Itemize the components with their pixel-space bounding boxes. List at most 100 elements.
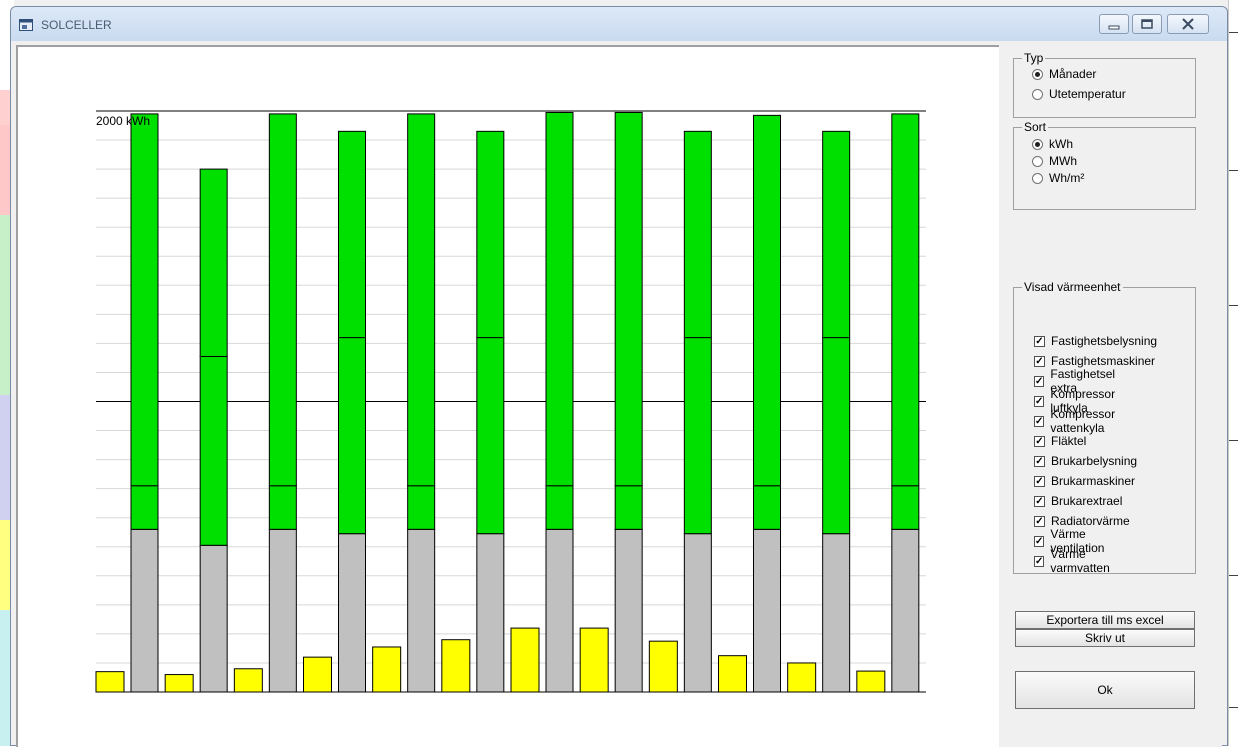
bar-yellow [718,655,747,693]
title-bar[interactable]: SOLCELLER [11,7,1227,41]
bar-green-upper [407,113,436,487]
bar-green-upper [683,130,712,339]
checkbox-label: Brukarextrael [1051,494,1123,508]
radio-wh-m2-indicator [1032,172,1043,184]
bar-green-upper [130,113,159,487]
bar-yellow [787,662,817,693]
checkbox-label: Radiatorvärme [1051,514,1130,528]
close-icon [1182,18,1194,30]
radio-kwh-indicator [1032,138,1043,150]
checkbox-indicator: ✓ [1034,495,1045,507]
radio-wh-m2[interactable]: Wh/m² [1032,170,1084,186]
checkbox-label: Kompressor vattenkyla [1050,407,1116,435]
checkbox-item[interactable]: ✓ Fläktel [1034,433,1086,449]
radio-mwh-label: MWh [1049,154,1077,168]
checkbox-indicator: ✓ [1034,355,1045,367]
bar-yellow [95,671,125,693]
chart-frame: 2000 kWh [16,45,999,747]
bar-yellow [372,646,402,693]
bar-yellow [164,674,194,693]
checkbox-indicator: ✓ [1034,515,1045,527]
bar-green-lower [199,355,228,546]
checkbox-indicator: ✓ [1034,555,1045,567]
top-value-label: 2000 kWh [96,114,150,128]
checkbox-label: Värme varmvatten [1050,547,1110,575]
bar-gray [268,528,297,693]
minimize-button[interactable] [1099,14,1129,34]
export-excel-button[interactable]: Exportera till ms excel [1015,611,1195,629]
bar-gray [614,528,643,693]
maximize-button[interactable] [1132,14,1162,34]
typ-group-title: Typ [1022,51,1046,65]
background-tick [1229,305,1238,306]
close-button[interactable] [1167,14,1209,34]
minimize-icon [1108,25,1120,30]
checkbox-item[interactable]: ✓ Brukarbelysning [1034,453,1137,469]
visad-varmeenhet-group: Visad värmeenhet ✓ Fastighetsbelysning ✓ Fa… [1013,280,1196,575]
checkbox-label: Fastighetsbelysning [1051,334,1158,348]
bar-yellow [233,668,263,693]
radio-utetemperatur-label: Utetemperatur [1049,87,1126,101]
bar-gray [822,533,851,693]
checkbox-indicator: ✓ [1034,475,1045,487]
ok-button[interactable]: Ok [1015,671,1195,709]
bar-green-upper [545,111,574,487]
bar-yellow [510,627,540,693]
bar-green-lower [268,485,297,530]
bar-green-lower [683,337,712,535]
background-right-panel [1228,0,1238,746]
bar-green-lower [545,485,574,530]
sort-group: Sort kWh MWh Wh/m² [1013,120,1196,210]
bar-yellow [856,670,886,693]
radio-wh-m2-label: Wh/m² [1049,171,1085,185]
bar-gray [753,528,781,693]
radio-mwh-indicator [1032,155,1043,167]
bar-gray [407,528,436,693]
checkbox-label: Brukarbelysning [1051,454,1138,468]
print-button[interactable]: Skriv ut [1015,629,1195,647]
checkbox-item[interactable]: ✓ Brukarmaskiner [1034,473,1135,489]
checkbox-indicator: ✓ [1034,335,1045,347]
bar-gray [545,528,574,693]
app-icon [19,19,33,31]
window-title: SOLCELLER [41,18,112,32]
background-tick [1229,170,1238,171]
checkbox-label: Fläktel [1051,434,1087,448]
bar-yellow [579,627,609,693]
radio-manader-indicator [1032,68,1043,80]
checkbox-item[interactable]: ✓ Värme varmvatten [1034,547,1110,575]
bar-green-lower [891,485,920,530]
visad-group-title: Visad värmeenhet [1022,280,1123,294]
checkbox-indicator: ✓ [1034,455,1045,467]
bar-gray [891,528,920,693]
client-area: 2000 kWh Typ Månader Utetemperatur Sort … [16,45,1222,747]
bar-green-upper [338,130,366,339]
background-tick [1229,707,1238,708]
bar-green-lower [753,485,781,530]
radio-manader[interactable]: Månader [1032,66,1096,82]
checkbox-indicator: ✓ [1034,415,1045,427]
bar-gray [199,544,228,693]
checkbox-indicator: ✓ [1034,395,1045,407]
bar-gray [130,528,159,693]
checkbox-item[interactable]: ✓ Brukarextrael [1034,493,1122,509]
checkbox-item[interactable]: ✓ Kompressor vattenkyla [1034,407,1116,435]
radio-kwh[interactable]: kWh [1032,136,1073,152]
energy-chart: 2000 kWh [95,110,926,693]
bar-green-lower [822,337,851,535]
bar-yellow [303,656,332,693]
typ-group: Typ Månader Utetemperatur [1013,51,1196,118]
checkbox-item[interactable]: ✓ Fastighetsbelysning [1034,333,1157,349]
radio-kwh-label: kWh [1049,137,1073,151]
bar-green-lower [130,485,159,530]
checkbox-indicator: ✓ [1034,375,1045,387]
bar-gray [476,533,505,693]
bar-green-lower [476,337,505,535]
bar-gray [338,533,366,693]
radio-mwh[interactable]: MWh [1032,153,1077,169]
maximize-icon [1141,19,1153,29]
radio-utetemperatur-indicator [1032,88,1043,100]
radio-manader-label: Månader [1049,67,1097,81]
radio-utetemperatur[interactable]: Utetemperatur [1032,86,1126,102]
checkbox-label: Brukarmaskiner [1051,474,1136,488]
